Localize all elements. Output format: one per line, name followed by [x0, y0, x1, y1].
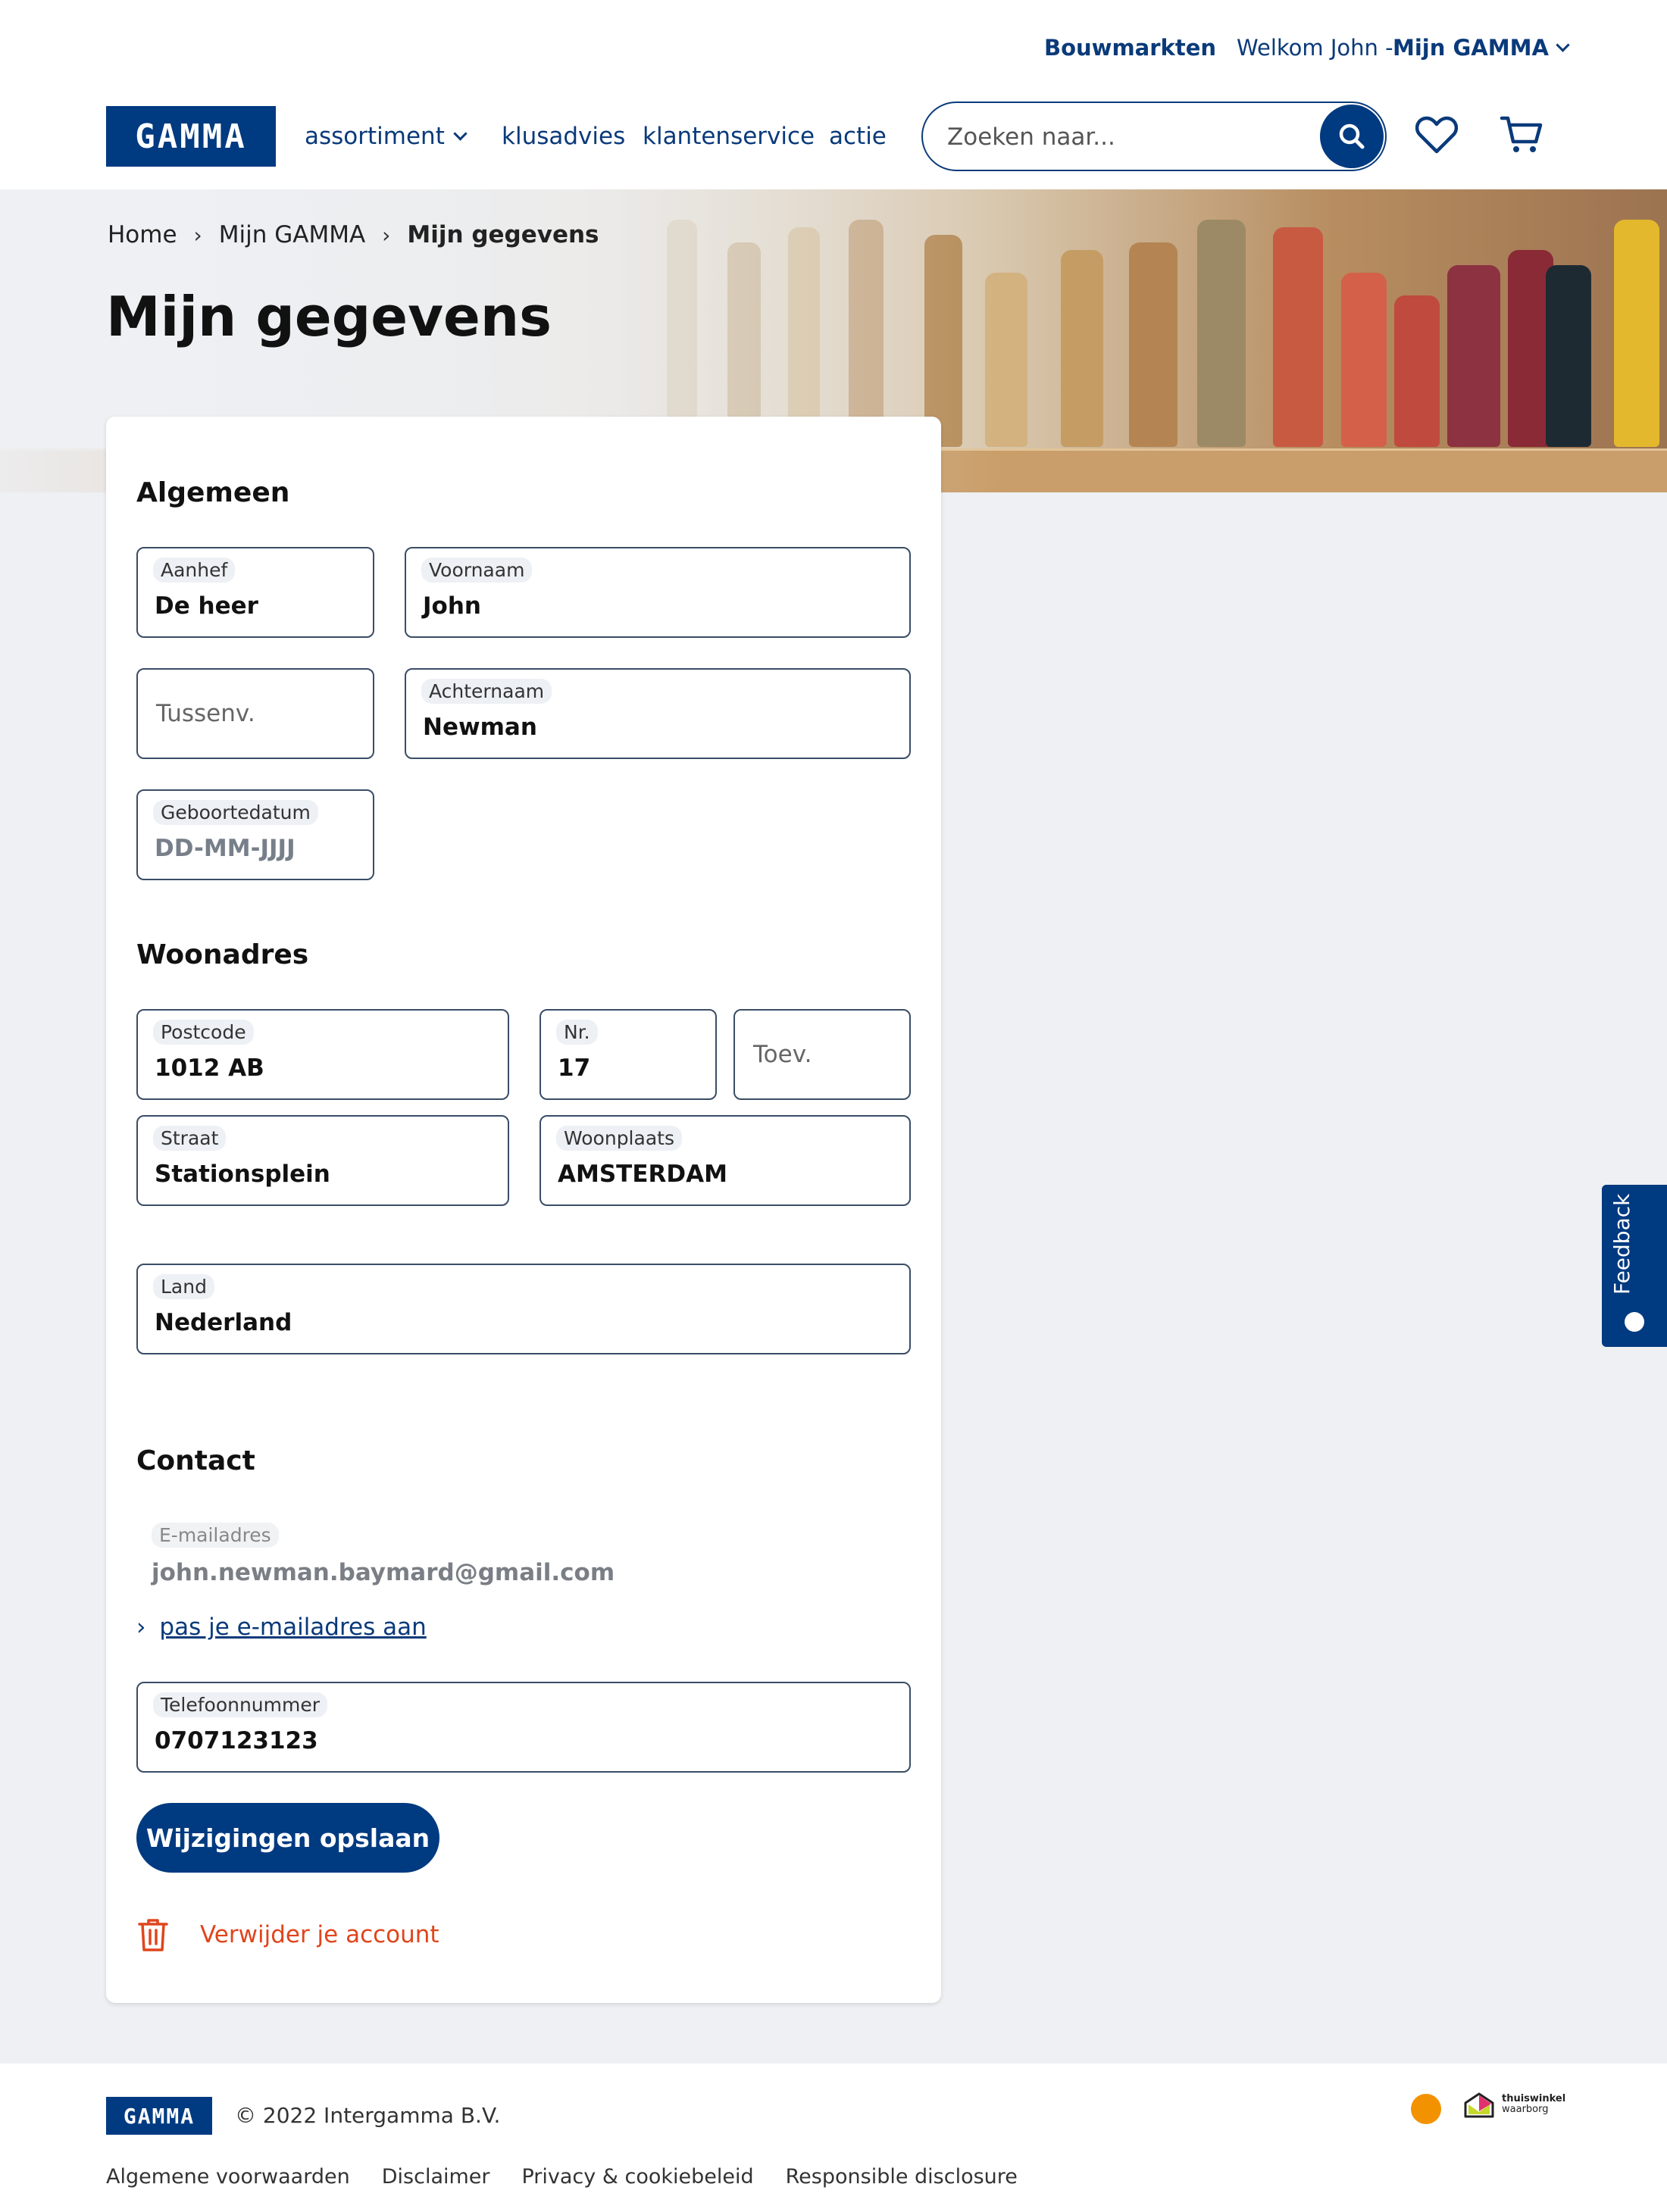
stores-link[interactable]: Bouwmarkten [1044, 35, 1216, 61]
field-label: Nr. [556, 1020, 598, 1045]
breadcrumb-home[interactable]: Home [108, 221, 177, 248]
feedback-label: Feedback [1609, 1193, 1634, 1295]
breadcrumb-current: Mijn gegevens [407, 221, 599, 248]
copyright-text: © 2022 Intergamma B.V. [235, 2103, 501, 2128]
first-name-field[interactable]: Voornaam John [405, 547, 911, 638]
thuiswinkel-house-icon [1464, 2092, 1494, 2118]
breadcrumb-separator-icon: › [382, 222, 391, 248]
field-value: 1012 AB [155, 1054, 264, 1082]
chat-bubble-icon [1625, 1312, 1644, 1332]
waarborg-text: waarborg [1502, 2104, 1549, 2115]
postcode-field[interactable]: Postcode 1012 AB [136, 1009, 509, 1100]
nav-item-label: klusadvies [502, 123, 626, 150]
house-number-field[interactable]: Nr. 17 [540, 1009, 717, 1100]
nav-item-label: klantenservice [643, 123, 815, 150]
postnl-logo-icon [1411, 2094, 1441, 2124]
footer-link-disclaimer[interactable]: Disclaimer [382, 2165, 490, 2189]
email-label: E-mailadres [152, 1523, 279, 1548]
infix-field[interactable]: Tussenv. [136, 668, 374, 759]
field-value: DD-MM-JJJJ [155, 835, 296, 862]
account-menu[interactable]: Mijn GAMMA [1393, 35, 1570, 61]
page-title: Mijn gegevens [106, 285, 552, 348]
cart-button[interactable] [1499, 112, 1544, 158]
field-placeholder: Toev. [753, 1041, 812, 1068]
footer-logo-text: GAMMA [123, 2103, 195, 2129]
footer-logo[interactable]: GAMMA [106, 2097, 212, 2135]
field-value: Stationsplein [155, 1161, 330, 1188]
phone-field[interactable]: Telefoonnummer 0707123123 [136, 1682, 911, 1773]
thuiswinkel-waarborg-logo: thuiswinkel waarborg [1462, 2091, 1565, 2118]
heart-icon [1415, 116, 1458, 154]
field-label: Land [153, 1274, 214, 1299]
nav-item-actie[interactable]: actie [829, 123, 887, 150]
footer-link-privacy[interactable]: Privacy & cookiebeleid [522, 2165, 754, 2189]
nav-item-klusadvies[interactable]: klusadvies [502, 123, 625, 150]
field-value: 17 [558, 1054, 591, 1082]
chevron-down-icon [1556, 37, 1570, 52]
field-label: Woonplaats [556, 1126, 682, 1151]
breadcrumb: Home › Mijn GAMMA › Mijn gegevens [108, 221, 599, 248]
addition-field[interactable]: Toev. [733, 1009, 911, 1100]
field-label: Postcode [153, 1020, 254, 1045]
email-value: john.newman.baymard@gmail.com [152, 1559, 615, 1586]
search-button[interactable] [1320, 105, 1384, 168]
welcome-text: Welkom John - [1237, 35, 1393, 61]
field-value: Newman [423, 714, 537, 741]
section-title-contact: Contact [136, 1445, 255, 1476]
wishlist-button[interactable] [1414, 112, 1459, 158]
search-bar [921, 102, 1387, 171]
chevron-down-icon [453, 126, 468, 141]
logo-text: GAMMA [135, 117, 247, 156]
country-select[interactable]: Land Nederland [136, 1264, 911, 1354]
field-value: De heer [155, 592, 258, 620]
last-name-field[interactable]: Achternaam Newman [405, 668, 911, 759]
field-value: 0707123123 [155, 1727, 318, 1754]
change-email-link-row: › pas je e-mailadres aan [136, 1614, 427, 1641]
search-icon [1339, 123, 1365, 149]
save-changes-button[interactable]: Wijzigingen opslaan [136, 1803, 439, 1873]
nav-item-label: actie [829, 123, 887, 150]
nav-item-klantenservice[interactable]: klantenservice [643, 123, 815, 150]
feedback-tab[interactable]: Feedback [1602, 1185, 1667, 1347]
footer-links: Algemene voorwaarden Disclaimer Privacy … [106, 2165, 1018, 2189]
delete-account-link[interactable]: Verwijder je account [136, 1917, 439, 1953]
street-field[interactable]: Straat Stationsplein [136, 1115, 509, 1206]
field-value: Nederland [155, 1309, 292, 1336]
birthdate-field[interactable]: Geboortedatum DD-MM-JJJJ [136, 789, 374, 880]
field-value: John [423, 592, 481, 620]
field-placeholder: Tussenv. [156, 700, 255, 727]
nav-item-assortiment[interactable]: assortiment [305, 123, 468, 150]
field-label: Voornaam [421, 558, 533, 583]
cart-icon [1500, 116, 1543, 152]
breadcrumb-mijn-gamma[interactable]: Mijn GAMMA [219, 221, 365, 248]
profile-form-card: Algemeen Aanhef De heer Voornaam John Tu… [106, 417, 941, 2003]
thuiswinkel-text: thuiswinkel [1502, 2093, 1566, 2104]
footer-link-terms[interactable]: Algemene voorwaarden [106, 2165, 350, 2189]
site-header: Bouwmarkten Welkom John - Mijn GAMMA GAM… [0, 0, 1667, 189]
change-email-link[interactable]: pas je e-mailadres aan [159, 1614, 426, 1641]
search-input[interactable] [947, 118, 1311, 156]
field-label: Achternaam [421, 679, 552, 704]
site-footer: GAMMA © 2022 Intergamma B.V. Algemene vo… [0, 2064, 1667, 2212]
nav-item-label: assortiment [305, 123, 445, 150]
chevron-right-icon: › [136, 1614, 146, 1641]
trash-icon [138, 1919, 168, 1951]
city-field[interactable]: Woonplaats AMSTERDAM [540, 1115, 911, 1206]
gamma-logo[interactable]: GAMMA [106, 106, 276, 167]
section-title-address: Woonadres [136, 939, 309, 970]
footer-link-disclosure[interactable]: Responsible disclosure [786, 2165, 1018, 2189]
section-title-general: Algemeen [136, 477, 290, 508]
field-label: Telefoonnummer [153, 1692, 328, 1717]
field-label: Aanhef [153, 558, 236, 583]
salutation-select[interactable]: Aanhef De heer [136, 547, 374, 638]
field-label: Straat [153, 1126, 227, 1151]
breadcrumb-separator-icon: › [193, 222, 202, 248]
field-label: Geboortedatum [153, 800, 318, 825]
field-value: AMSTERDAM [558, 1161, 727, 1188]
account-menu-label: Mijn GAMMA [1393, 35, 1549, 61]
delete-account-label: Verwijder je account [200, 1921, 439, 1948]
